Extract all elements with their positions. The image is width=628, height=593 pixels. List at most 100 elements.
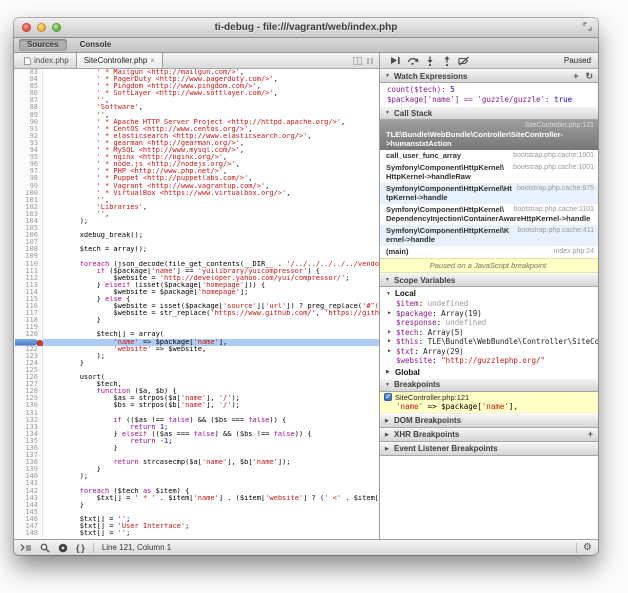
code-line[interactable]: 109 [14,253,379,260]
code-line[interactable]: 127 $tech, [14,381,379,388]
code-line[interactable]: 110 foreach (json_decode(file_get_conten… [14,261,379,268]
code-line[interactable]: 125 [14,367,379,374]
line-number-gutter[interactable]: 90 [14,119,43,126]
file-tab-sitecontroller-php[interactable]: SiteController.php× [76,53,163,68]
code-line[interactable]: 131 [14,410,379,417]
code-line[interactable]: 90 ' * Apache HTTP Server Project <http:… [14,119,379,126]
scope-variable[interactable]: ▶$tech: Array(5) [380,328,598,338]
code-line[interactable]: 124 } [14,360,379,367]
code-line[interactable]: 146 $txt[] = ''; [14,516,379,523]
code-line[interactable]: 99 ' * Vagrant <http://www.vagrantup.com… [14,183,379,190]
code-line[interactable]: 105 [14,225,379,232]
scope-local-group[interactable]: ▼ Local [380,287,598,299]
line-number-gutter[interactable]: 86 [14,90,43,97]
code-line[interactable]: 86 ' * SoftLayer <http://www.softlayer.c… [14,90,379,97]
close-window-button[interactable] [22,23,31,32]
code-line[interactable]: 117 $website = str_replace('https://www.… [14,310,379,317]
code-line[interactable]: 119 [14,324,379,331]
code-line[interactable]: 145 [14,509,379,516]
line-number-gutter[interactable]: 91 [14,126,43,133]
continue-icon[interactable] [387,54,404,67]
refresh-watch-icon[interactable]: ↻ [585,72,593,81]
file-tab-index-php[interactable]: index.php [17,53,76,68]
disclosure-triangle-icon[interactable]: ▶ [388,309,391,319]
line-number-gutter[interactable]: 83 [14,69,43,76]
code-line[interactable]: 133 return 1; [14,424,379,431]
call-stack-header[interactable]: ▼ Call Stack [380,106,598,120]
line-number-gutter[interactable]: 94 [14,147,43,154]
code-line[interactable]: 100 ' * VirtualBox <https://www.virtualb… [14,190,379,197]
code-line[interactable]: 92 ' * elasticsearch <http://www.elastic… [14,133,379,140]
code-line[interactable]: 143 $txt[] = ' * ' . $item['name'] . ($i… [14,495,379,502]
code-line[interactable]: 108 $tech = array(); [14,246,379,253]
code-line[interactable]: 97 ' * PHP <http://www.php.net/>', [14,168,379,175]
tab-console[interactable]: Console [72,39,120,51]
scope-variable[interactable]: ▶$this: TLE\Bundle\WebBundle\Controller\… [380,337,598,347]
code-line[interactable]: 104 ); [14,218,379,225]
step-into-icon[interactable] [421,54,438,67]
line-number-gutter[interactable]: 84 [14,76,43,83]
code-line[interactable]: 106 xdebug_break(); [14,232,379,239]
code-line[interactable]: 87 '', [14,97,379,104]
deactivate-breakpoints-icon[interactable] [455,54,472,67]
code-line[interactable]: 84 ' * PagerDuty <http://www.pagerduty.c… [14,76,379,83]
call-stack-frame[interactable]: bootstrap.php.cache:1001call_user_func_a… [380,150,598,162]
code-line[interactable]: 126 usort( [14,374,379,381]
code-line[interactable]: 136 } [14,445,379,452]
step-over-icon[interactable] [404,54,421,67]
code-line[interactable]: 102 'Libraries', [14,204,379,211]
line-number-gutter[interactable]: 92 [14,133,43,140]
scope-variables-header[interactable]: ▼ Scope Variables [380,273,598,287]
watch-expression[interactable]: $package['name'] == 'guzzle/guzzle': tru… [380,95,598,105]
call-stack-frame[interactable]: bootstrap.php.cache:1001Symfony\Componen… [380,162,598,183]
code-line[interactable]: 88 'Software', [14,104,379,111]
code-line[interactable]: 120 $tech[] = array( [14,331,379,338]
breakpoints-header[interactable]: ▼ Breakpoints [380,378,598,392]
scope-variable[interactable]: $website: "http://guzzlephp.org/" [380,356,598,366]
code-line[interactable]: 101 '', [14,197,379,204]
close-tab-icon[interactable]: × [150,56,155,65]
step-out-icon[interactable] [438,54,455,67]
code-line[interactable]: 132 if (($as !== false) && ($bs === fals… [14,417,379,424]
code-line[interactable]: 122 'website' => $website, [14,346,379,353]
call-stack-frame[interactable]: index.php:24(main) [380,246,598,258]
code-line[interactable]: 141 [14,480,379,487]
code-line[interactable]: 140 ); [14,473,379,480]
line-number-gutter[interactable]: 98 [14,175,43,182]
code-line[interactable]: 138 return strcasecmp($a['name'], $b['na… [14,459,379,466]
line-number-gutter[interactable]: 95 [14,154,43,161]
watch-expression[interactable]: count($tech): 5 [380,85,598,95]
split-view-icon[interactable] [353,57,362,65]
breakpoint-checkbox[interactable]: ✓ [384,393,392,401]
tab-sources[interactable]: Sources [19,39,67,51]
code-line[interactable]: 85 ' * Pingdom <http://www.pingdom.com/>… [14,83,379,90]
code-line[interactable]: 142 foreach ($tech as $item) { [14,488,379,495]
call-stack-frame[interactable]: SiteController.php:121TLE\Bundle\WebBund… [380,120,598,150]
code-line[interactable]: 137 [14,452,379,459]
line-number-gutter[interactable]: 148 [14,530,43,537]
code-line[interactable]: 147 $txt[] = 'User Interface'; [14,523,379,530]
scope-variable[interactable]: ▶$txt: Array(29) [380,347,598,357]
code-line[interactable]: 134 } elseif (($as === false) && ($bs !=… [14,431,379,438]
code-line[interactable]: 129 $as = strpos($a['name'], '/'); [14,395,379,402]
record-icon[interactable] [58,543,68,553]
disclosure-triangle-icon[interactable]: ▶ [388,337,391,347]
console-drawer-icon[interactable] [20,543,32,552]
line-number-gutter[interactable]: 97 [14,168,43,175]
current-execution-line[interactable]: 121 'name' => $package['name'], [14,339,379,346]
line-number-gutter[interactable]: 85 [14,83,43,90]
code-line[interactable]: 118 } [14,317,379,324]
code-line[interactable]: 113 } elseif (isset($package['homepage']… [14,282,379,289]
code-line[interactable]: 123 ); [14,353,379,360]
scope-variable[interactable]: $item: undefined [380,299,598,309]
disclosure-triangle-icon[interactable]: ▶ [388,328,391,338]
code-line[interactable]: 89 '', [14,112,379,119]
code-line[interactable]: 114 $website = $package['homepage']; [14,289,379,296]
code-line[interactable]: 128 function ($a, $b) { [14,388,379,395]
code-line[interactable]: 130 $bs = strpos($b['name'], '/'); [14,402,379,409]
code-line[interactable]: 111 if ($package['name'] == 'yuilibrary/… [14,268,379,275]
code-line[interactable]: 96 ' * node.js <http://nodejs.org/>', [14,161,379,168]
zoom-window-button[interactable] [52,23,61,32]
call-stack-frame[interactable]: bootstrap.php.cache:1101Symfony\Componen… [380,204,598,225]
code-line[interactable]: 93 ' * gearman <http://gearman.org/>', [14,140,379,147]
